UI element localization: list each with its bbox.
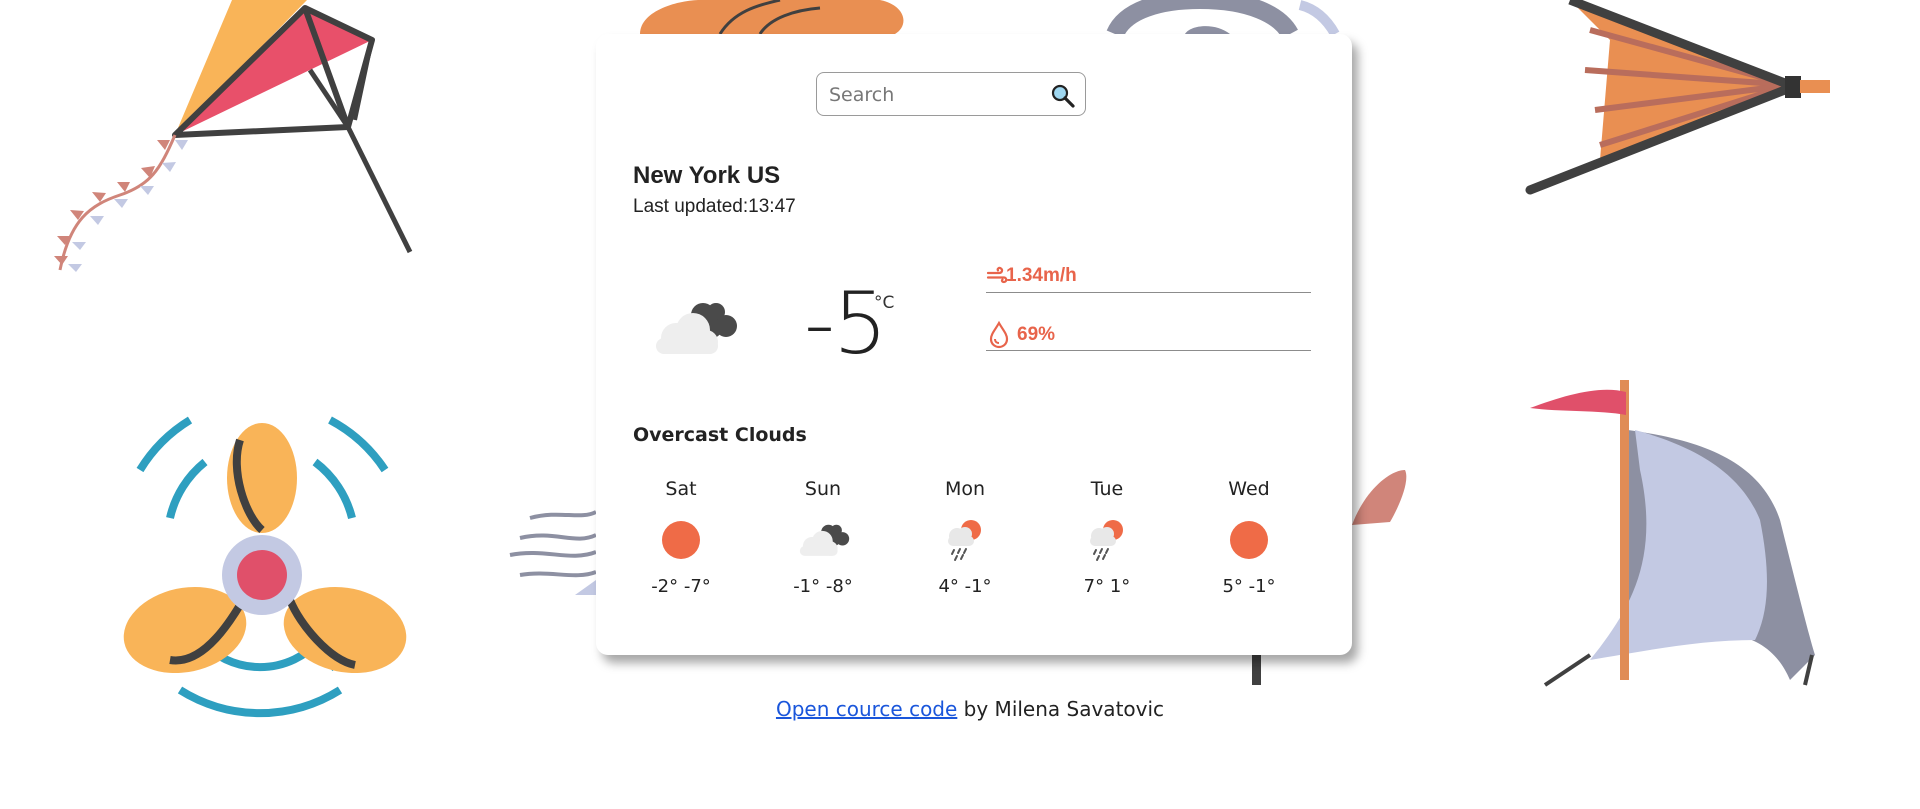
humidity-stat: 69% xyxy=(986,318,1311,351)
kite-illustration xyxy=(54,0,413,272)
forecast-day-name: Tue xyxy=(1090,478,1124,500)
current-temperature: -5 xyxy=(804,274,888,374)
wind-illustration xyxy=(509,510,597,595)
pole-illustration xyxy=(1252,655,1261,685)
rain-sun-icon xyxy=(1090,520,1123,561)
wind-speed: 1.34m/h xyxy=(1006,265,1077,286)
search-input[interactable] xyxy=(827,81,1046,109)
forecast-temps: 7° 1° xyxy=(1083,576,1131,597)
wind-stat: 1.34m/h xyxy=(986,262,1311,293)
forecast-day: Tue 7° 1° xyxy=(1052,478,1162,597)
tree-illustration xyxy=(640,0,904,35)
forecast-temps: 4° -1° xyxy=(938,576,992,597)
forecast-day-name: Sun xyxy=(804,478,842,500)
propeller-illustration xyxy=(123,416,407,718)
forecast-day: Wed 5° -1° xyxy=(1194,478,1304,597)
droplet-icon xyxy=(989,320,1009,349)
forecast-day: Sun -1° -8° xyxy=(768,478,878,597)
weather-card: New York US Last updated:13:47 -5 °C 1.3… xyxy=(596,34,1352,655)
cloud-icon xyxy=(656,303,737,354)
wind-icon xyxy=(986,266,1008,284)
forecast-day-name: Sat xyxy=(665,478,697,500)
footer: Open cource code by Milena Savatovic xyxy=(0,697,1920,721)
forecast-day: Sat -2° -7° xyxy=(626,478,736,597)
cloud-icon xyxy=(799,524,850,556)
forecast-temps: -2° -7° xyxy=(651,576,711,597)
forecast-temps: -1° -8° xyxy=(793,576,853,597)
weather-description: Overcast Clouds xyxy=(633,424,807,446)
leaf-illustration xyxy=(1352,470,1407,525)
fan-illustration xyxy=(1525,0,1830,195)
rain-sun-icon xyxy=(948,520,981,561)
footer-author: by Milena Savatovic xyxy=(957,697,1165,721)
search-box xyxy=(816,72,1086,116)
last-updated: Last updated:13:47 xyxy=(633,196,796,217)
sail-illustration xyxy=(1530,380,1815,687)
city-name: New York US xyxy=(633,162,781,189)
forecast-day-name: Wed xyxy=(1228,478,1270,500)
forecast-temps: 5° -1° xyxy=(1222,576,1276,597)
temperature-unit: °C xyxy=(874,293,895,313)
sun-icon xyxy=(1230,521,1268,559)
search-icon[interactable] xyxy=(1049,82,1077,108)
sun-icon xyxy=(662,521,700,559)
forecast-day-name: Mon xyxy=(944,478,986,500)
forecast-day: Mon 4° -1° xyxy=(910,478,1020,597)
ring-illustration xyxy=(1106,0,1340,39)
humidity-value: 69% xyxy=(1017,324,1056,345)
source-code-link[interactable]: Open cource code xyxy=(776,697,957,721)
